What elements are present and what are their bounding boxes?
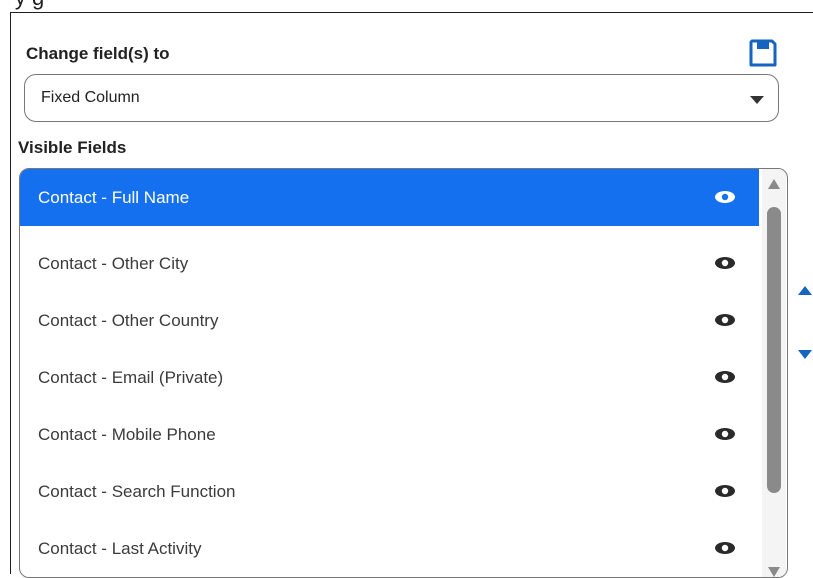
scrollbar-thumb[interactable] [767, 207, 781, 493]
caret-down-icon[interactable] [798, 350, 812, 359]
list-item[interactable]: Contact - Mobile Phone [20, 406, 759, 463]
save-icon[interactable] [748, 38, 778, 68]
visible-fields-label: Visible Fields [18, 138, 127, 157]
scroll-down-arrow-icon[interactable] [768, 567, 780, 577]
list-item[interactable]: Contact - Full Name [20, 169, 759, 226]
scrollbar[interactable] [762, 169, 786, 577]
eye-icon[interactable] [714, 370, 736, 384]
list-item-label: Contact - Search Function [38, 481, 236, 501]
visible-fields-list[interactable]: Contact - Full Name Contact - Other City… [19, 168, 788, 578]
eye-icon[interactable] [714, 427, 736, 441]
eye-icon[interactable] [714, 190, 736, 204]
list-item[interactable]: Contact - Last Activity [20, 520, 759, 577]
list-item[interactable]: Contact - Other City [20, 235, 759, 292]
list-item[interactable]: Contact - Search Function [20, 463, 759, 520]
scroll-up-arrow-icon[interactable] [768, 179, 780, 189]
list-item-label: Contact - Full Name [38, 187, 190, 207]
list-item[interactable]: Contact - Email (Private) [20, 349, 759, 406]
change-fields-select-value: Fixed Column [41, 89, 140, 106]
list-item-label: Contact - Mobile Phone [38, 424, 216, 444]
eye-icon[interactable] [714, 256, 736, 270]
caret-up-icon[interactable] [798, 286, 812, 295]
list-item-label: Contact - Last Activity [38, 538, 202, 558]
list-item-label: Contact - Email (Private) [38, 367, 224, 387]
eye-icon[interactable] [714, 484, 736, 498]
change-fields-select[interactable]: Fixed Column [24, 74, 779, 122]
clipped-header-text: ~y g [2, 0, 44, 10]
eye-icon[interactable] [714, 541, 736, 555]
change-fields-label: Change field(s) to [26, 44, 170, 63]
eye-icon[interactable] [714, 313, 736, 327]
chevron-down-icon[interactable] [750, 96, 764, 104]
list-item-label: Contact - Other City [38, 253, 189, 273]
panel-border-left [10, 12, 11, 574]
panel-border-top [10, 12, 813, 13]
list-item[interactable]: Contact - Other Country [20, 292, 759, 349]
list-item-label: Contact - Other Country [38, 310, 219, 330]
